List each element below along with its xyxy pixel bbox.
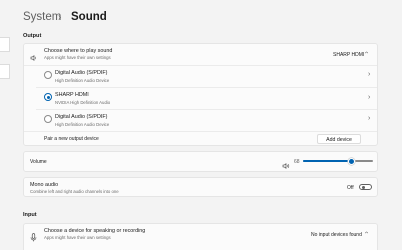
- choose-input-subtitle: Apps might have their own settings: [44, 235, 111, 240]
- output-section-label: Output: [23, 33, 42, 39]
- device-title: SHARP HDMI: [55, 92, 89, 98]
- choose-input-title: Choose a device for speaking or recordin…: [44, 228, 146, 234]
- sidebar-edge-item[interactable]: [0, 64, 10, 79]
- volume-label: Volume: [30, 159, 47, 165]
- chevron-up-icon[interactable]: ›: [364, 51, 371, 53]
- chevron-up-icon[interactable]: ›: [364, 231, 371, 233]
- device-radio-selected[interactable]: [44, 93, 52, 101]
- toggle-knob: [361, 185, 365, 189]
- device-subtitle: NVIDIA High Definition Audio: [55, 100, 111, 105]
- input-section-label: Input: [23, 212, 37, 218]
- device-title: Digital Audio (S/PDIF): [55, 114, 108, 120]
- page-title: Sound: [71, 11, 107, 23]
- chevron-right-icon[interactable]: ›: [368, 115, 370, 122]
- output-device-row[interactable]: [24, 88, 377, 108]
- divider: [24, 131, 377, 132]
- breadcrumb-parent[interactable]: System: [23, 11, 61, 23]
- speaker-icon: [30, 49, 38, 61]
- add-device-button[interactable]: Add device: [317, 134, 361, 144]
- device-subtitle: High Definition Audio Device: [55, 122, 110, 127]
- chevron-right-icon[interactable]: ›: [368, 71, 370, 78]
- device-radio[interactable]: [44, 71, 52, 79]
- pair-device-label: Pair a new output device: [44, 136, 99, 142]
- device-subtitle: High Definition Audio Device: [55, 78, 110, 83]
- volume-slider-thumb[interactable]: [347, 158, 355, 165]
- choose-output-subtitle: Apps might have their own settings: [44, 55, 111, 60]
- mono-audio-subtitle: Combine left and right audio channels in…: [30, 189, 119, 194]
- speaker-icon[interactable]: [282, 157, 290, 169]
- output-device-row[interactable]: [24, 66, 377, 86]
- volume-value: 68: [294, 159, 300, 165]
- microphone-icon: [30, 229, 37, 242]
- device-title: Digital Audio (S/PDIF): [55, 70, 108, 76]
- mono-audio-title: Mono audio: [30, 182, 59, 188]
- current-input-value: No input devices found: [311, 232, 362, 238]
- output-device-row[interactable]: [24, 110, 377, 130]
- sidebar-edge-item[interactable]: [0, 37, 10, 52]
- device-radio[interactable]: [44, 115, 52, 123]
- current-output-value: SHARP HDMI: [333, 52, 365, 58]
- chevron-right-icon[interactable]: ›: [368, 94, 370, 101]
- mono-audio-toggle[interactable]: [359, 184, 372, 190]
- breadcrumb-chevron-icon: ›: [58, 12, 62, 23]
- mono-audio-state: Off: [347, 185, 354, 191]
- volume-slider-fill: [303, 160, 351, 162]
- mono-audio-card: [23, 177, 378, 197]
- choose-output-title: Choose where to play sound: [44, 48, 113, 54]
